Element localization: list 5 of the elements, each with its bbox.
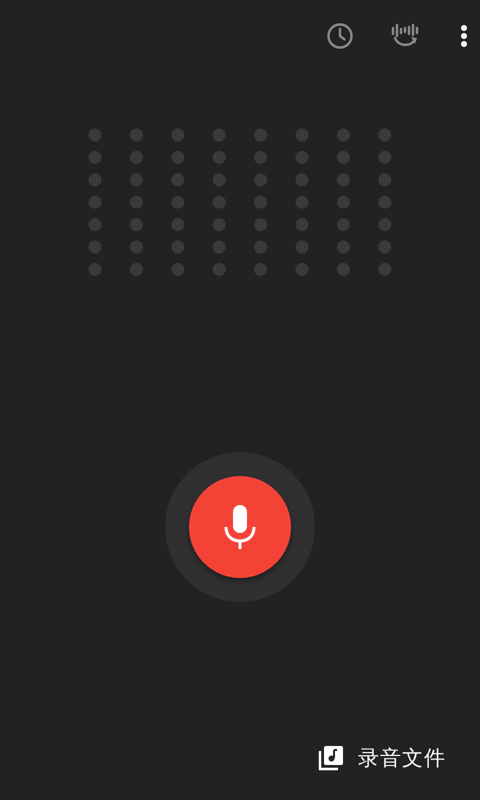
more-menu-icon[interactable] (460, 24, 468, 48)
music-files-icon (318, 745, 344, 771)
microphone-icon (223, 504, 257, 548)
recordings-button[interactable]: 录音文件 (314, 740, 450, 776)
history-icon[interactable] (326, 22, 354, 50)
